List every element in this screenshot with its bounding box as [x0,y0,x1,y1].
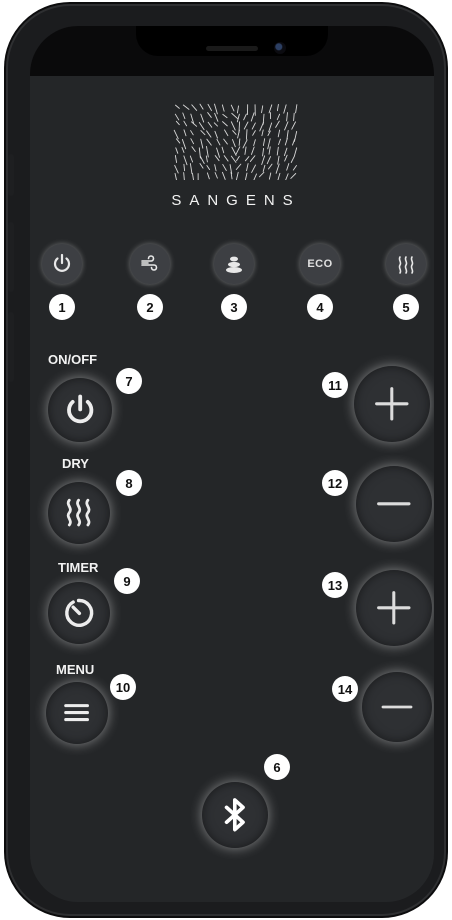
menu-label: MENU [56,662,95,677]
badge-3: 3 [221,294,247,320]
plus-button-1[interactable] [354,366,430,442]
badge-11: 11 [322,372,348,398]
menu-icon [64,704,90,722]
badge-13: 13 [322,572,348,598]
badge-10: 10 [110,674,136,700]
bluetooth-button[interactable] [202,782,268,848]
eco-icon: ECO [307,258,333,270]
mode-stones-button[interactable] [214,244,254,284]
minus-icon [377,502,411,506]
brand-name: SANGENS [171,192,301,209]
plus-button-2[interactable] [356,570,432,646]
plus-icon [375,387,409,421]
mode-eco-button[interactable]: ECO [300,244,340,284]
mode-power-button[interactable] [42,244,82,284]
heat-waves-icon [67,499,91,527]
status-bar [30,26,434,76]
badge-1: 1 [49,294,75,320]
badge-14: 14 [332,676,358,702]
timer-icon [65,599,94,628]
phone-frame: SANGENS ECO 1 2 3 4 5 ON/OFF 7 DRY 8 TIM… [6,4,446,916]
mode-fan-button[interactable] [130,244,170,284]
dry-button[interactable] [48,482,110,544]
dry-label: DRY [62,456,89,471]
badge-8: 8 [116,470,142,496]
badge-6: 6 [264,754,290,780]
brand-logo-icon [173,103,298,180]
badge-2: 2 [137,294,163,320]
badge-9: 9 [114,568,140,594]
menu-button[interactable] [46,682,108,744]
minus-icon [381,705,413,709]
app-screen: SANGENS ECO 1 2 3 4 5 ON/OFF 7 DRY 8 TIM… [30,26,434,902]
side-button-volume-up [8,222,14,292]
plus-icon [377,591,411,625]
badge-4: 4 [307,294,333,320]
power-icon [53,253,71,272]
earpiece-speaker [206,46,258,51]
side-button-volume-down [8,312,14,382]
fan-icon [141,255,158,271]
minus-button-1[interactable] [356,466,432,542]
bluetooth-icon [224,798,246,832]
side-button-mute [8,154,14,196]
heat-waves-icon [398,256,414,274]
onoff-button[interactable] [48,378,112,442]
badge-7: 7 [116,368,142,394]
onoff-label: ON/OFF [48,352,98,367]
power-icon [66,394,94,424]
minus-button-2[interactable] [362,672,432,742]
timer-label: TIMER [58,560,99,575]
front-camera [274,42,286,54]
stones-icon [226,256,242,273]
notch [136,26,328,56]
mode-heat-button[interactable] [386,244,426,284]
badge-5: 5 [393,294,419,320]
badge-12: 12 [322,470,348,496]
timer-button[interactable] [48,582,110,644]
